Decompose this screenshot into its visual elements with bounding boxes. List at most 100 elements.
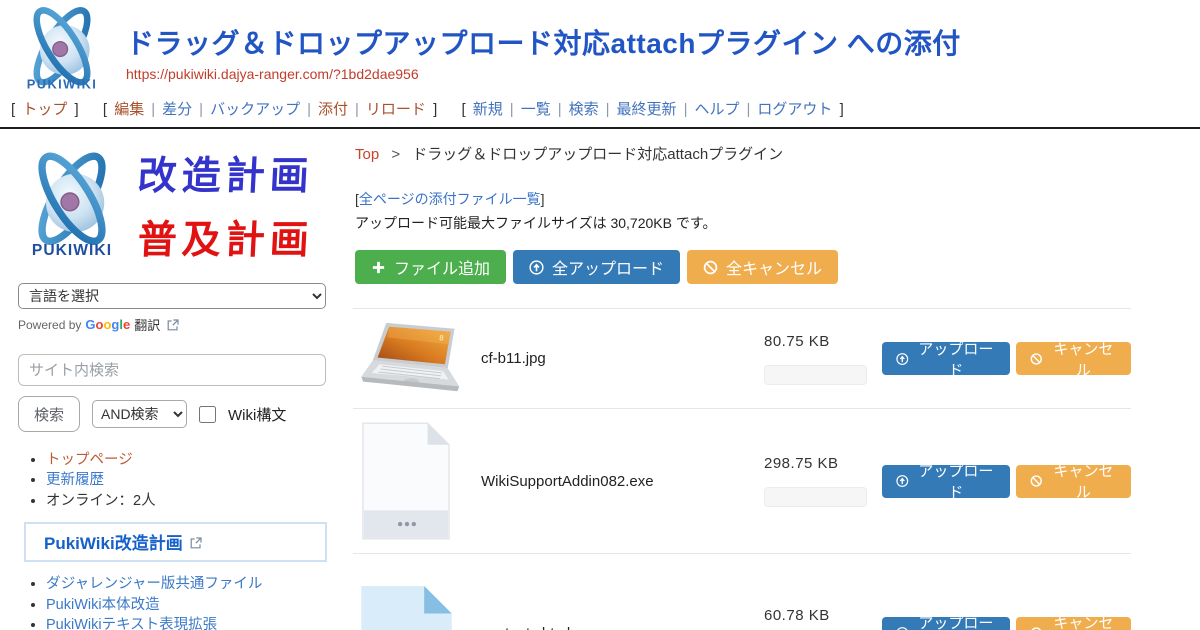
pipe: | [746,101,750,118]
pukiwiki-page: PUKIWIKI ドラッグ＆ドロップアップロード対応attachプラグイン への… [0,0,1200,630]
translate-link[interactable]: 翻訳 [134,315,160,334]
cancel-button[interactable]: キャンセル [1016,617,1131,630]
online-count: オンライン：2人 [46,493,156,509]
sidebar-link-common-files[interactable]: ダジャレンジャー版共通ファイル [46,576,262,592]
list-item: PukiWikiテキスト表現拡張 [46,617,329,630]
breadcrumb-current: ドラッグ＆ドロップアップロード対応attachプラグイン [412,146,783,163]
bracket: [ [103,101,107,118]
bracket: ] [840,101,844,118]
nav-list[interactable]: 一覧 [521,101,551,118]
bracket: ] [541,191,545,207]
bracket: [ [461,101,465,118]
nav-reload[interactable]: リロード [366,101,426,118]
list-item: ダジャレンジャー版共通ファイル [46,576,329,593]
upload-file-list: 8 cf-b11.jpg 80.75 KB [353,308,1131,630]
svg-text:</>: </> [364,627,446,630]
search-button[interactable]: 検索 [18,396,80,432]
breadcrumb: Top > ドラッグ＆ドロップアップロード対応attachプラグイン [355,143,1131,164]
nav-attach[interactable]: 添付 [318,101,348,118]
search-mode-select[interactable]: AND検索 [92,400,187,428]
pipe: | [606,101,610,118]
file-row: WikiSupportAddin082.exe 298.75 KB アップロード [353,408,1131,553]
pipe: | [151,101,155,118]
upload-circle-icon [896,474,909,488]
sidebar-logo[interactable]: PUKIWIKI 改造計画 普及計画 [20,145,329,265]
nav-top[interactable]: トップ [22,101,67,118]
cancel-button[interactable]: キャンセル [1016,342,1131,375]
pipe: | [558,101,562,118]
sidebar-section-box: PukiWiki改造計画 [24,522,327,562]
nav-help[interactable]: ヘルプ [694,101,739,118]
nav-logout[interactable]: ログアウト [757,101,832,118]
file-row: </> contents.html 60.78 KB [353,553,1131,630]
pukiwiki-atom-logo-icon: PUKIWIKI [20,146,124,264]
section-link-pukiwiki-kaizou[interactable]: PukiWiki改造計画 [44,534,183,553]
sidebar: PUKIWIKI 改造計画 普及計画 言語を選択 Powered by Goog… [0,129,345,630]
nav-recent[interactable]: 最終更新 [617,101,677,118]
page-header: PUKIWIKI ドラッグ＆ドロップアップロード対応attachプラグイン への… [0,0,1200,96]
pipe: | [199,101,203,118]
wiki-syntax-checkbox[interactable] [199,406,216,423]
add-file-button[interactable]: ファイル追加 [355,250,506,284]
nav-new[interactable]: 新規 [473,101,503,118]
list-item: オンライン：2人 [46,493,329,510]
logo-caption-line1: 改造計画 [137,145,316,201]
upload-button[interactable]: アップロード [882,465,1010,498]
powered-by-label: Powered by [18,318,81,332]
nav-backup[interactable]: バックアップ [210,101,300,118]
ban-icon [1030,352,1043,366]
sidebar-link-toppage[interactable]: トップページ [46,452,133,468]
file-size: 298.75 KB [764,455,867,472]
all-attachments-link[interactable]: 全ページの添付ファイル一覧 [359,191,541,207]
upload-all-button[interactable]: 全アップロード [513,250,680,284]
site-search-input[interactable] [18,354,326,386]
nav-diff[interactable]: 差分 [162,101,192,118]
cancel-button[interactable]: キャンセル [1016,465,1131,498]
external-link-icon [190,537,202,549]
ban-icon [1030,474,1043,488]
bracket: ] [75,101,79,118]
top-navigation: [ トップ ] [ 編集 | 差分 | バックアップ | 添付 | リロード ] [ 新規 | 一覧… [0,96,1200,129]
upload-button[interactable]: アップロード [882,342,1010,375]
logo-brand-text: PUKIWIKI [32,242,112,259]
nav-edit[interactable]: 編集 [114,101,144,118]
list-item: 更新履歴 [46,472,329,489]
file-row: 8 cf-b11.jpg 80.75 KB [353,308,1131,408]
main-content: Top > ドラッグ＆ドロップアップロード対応attachプラグイン [全ページ… [345,129,1200,630]
sidebar-link-history[interactable]: 更新履歴 [46,472,104,488]
pipe: | [307,101,311,118]
pipe: | [355,101,359,118]
language-select[interactable]: 言語を選択 [18,283,326,309]
pukiwiki-atom-logo-icon[interactable]: PUKIWIKI [14,4,110,96]
file-size: 80.75 KB [764,333,867,350]
file-name: contents.html [477,625,764,630]
max-upload-size-text: アップロード可能最大ファイルサイズは 30,720KB です。 [355,213,1131,233]
bracket: ] [433,101,437,118]
breadcrumb-separator: > [391,146,400,163]
upload-circle-icon [896,626,909,630]
sidebar-link-core-mod[interactable]: PukiWiki本体改造 [46,597,160,613]
google-logo-text: Google [85,317,130,332]
list-item: PukiWiki本体改造 [46,597,329,614]
nav-search[interactable]: 検索 [569,101,599,118]
upload-progress-bar [764,487,867,507]
plus-icon [371,260,386,275]
page-title: ドラッグ＆ドロップアップロード対応attachプラグイン への添付 [126,22,961,62]
pipe: | [684,101,688,118]
file-name: cf-b11.jpg [477,350,764,367]
breadcrumb-home[interactable]: Top [355,146,379,163]
powered-by-google-translate: Powered by Google 翻訳 [18,315,329,334]
pipe: | [510,101,514,118]
ban-icon [703,260,718,275]
upload-button[interactable]: アップロード [882,617,1010,630]
bracket: [ [11,101,15,118]
wiki-syntax-label: Wiki構文 [228,404,286,425]
file-name: WikiSupportAddin082.exe [477,473,764,490]
upload-circle-icon [529,260,544,275]
upload-progress-bar [764,365,867,385]
cancel-all-button[interactable]: 全キャンセル [687,250,838,284]
sidebar-link-text-ext[interactable]: PukiWikiテキスト表現拡張 [46,617,217,630]
attachment-list-line: [全ページの添付ファイル一覧] [355,189,1131,209]
sidebar-plugin-links: ダジャレンジャー版共通ファイル PukiWiki本体改造 PukiWikiテキス… [18,576,329,630]
html-code-file-icon: </> [359,584,454,630]
